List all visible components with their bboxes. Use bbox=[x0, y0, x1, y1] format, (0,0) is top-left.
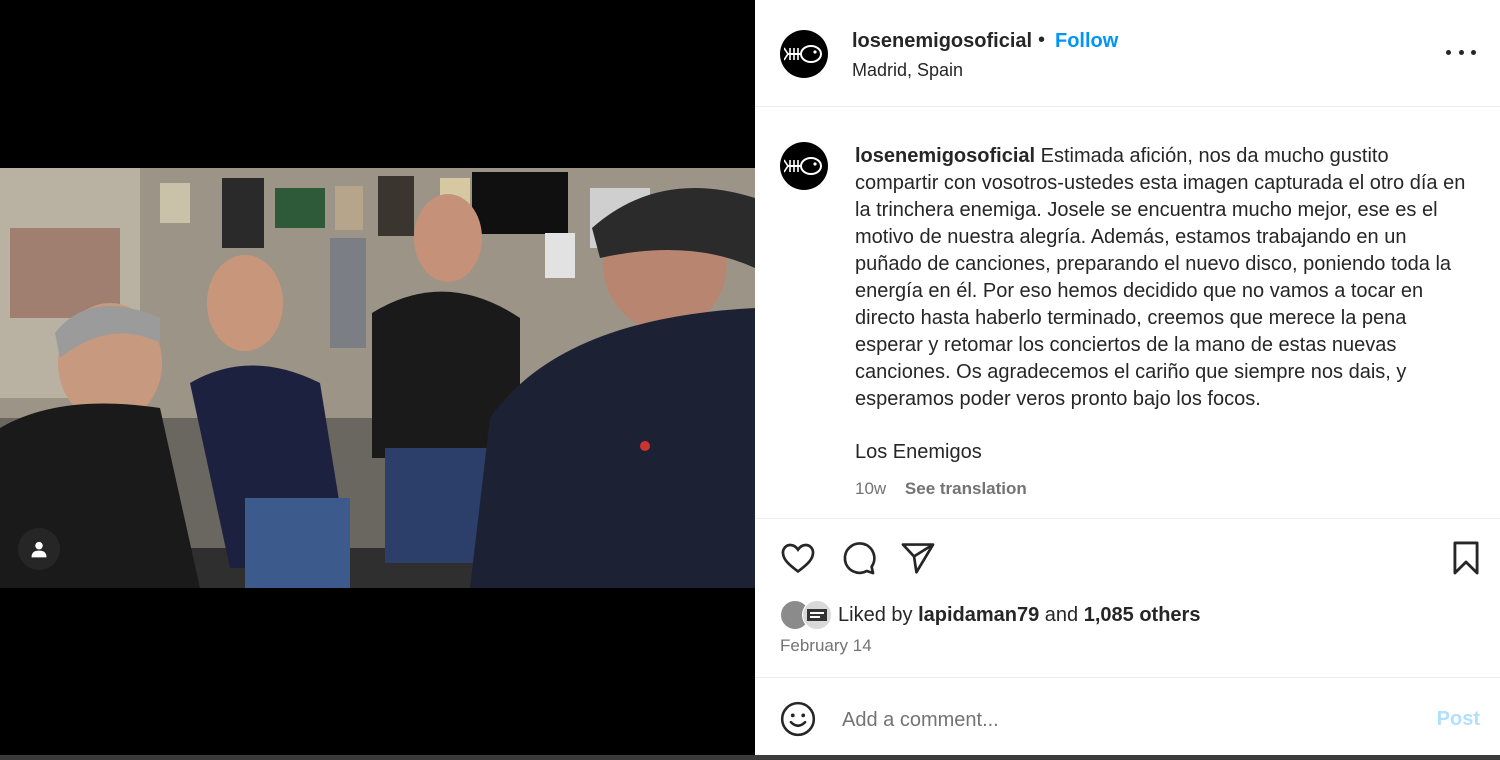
likes-count[interactable]: 1,085 others bbox=[1084, 604, 1201, 627]
likes-prefix: Liked by bbox=[838, 603, 913, 626]
band-logo-icon bbox=[807, 609, 827, 621]
post-date[interactable]: February 14 bbox=[780, 636, 872, 656]
action-bar bbox=[755, 519, 1500, 599]
post-age[interactable]: 10w bbox=[855, 479, 886, 498]
post-location[interactable]: Madrid, Spain bbox=[852, 60, 963, 81]
more-options-button[interactable] bbox=[1446, 42, 1476, 62]
post-header: losenemigosoficial • Follow Madrid, Spai… bbox=[755, 0, 1500, 107]
likes-joiner: and bbox=[1044, 603, 1079, 626]
like-button[interactable] bbox=[779, 539, 817, 577]
heart-icon bbox=[781, 543, 815, 574]
comment-bubble-icon bbox=[843, 542, 876, 575]
comment-button[interactable] bbox=[839, 539, 877, 577]
header-separator: • bbox=[1038, 29, 1046, 51]
fish-skeleton-logo-icon bbox=[784, 45, 822, 63]
likes-summary: Liked by lapidaman79 and 1,085 others bbox=[780, 600, 1200, 630]
comment-bar: Post bbox=[755, 677, 1500, 757]
caption-avatar[interactable] bbox=[780, 142, 828, 190]
more-options-icon bbox=[1458, 49, 1464, 55]
liker-avatars[interactable] bbox=[780, 600, 832, 630]
caption-area: losenemigosoficial Estimada afición, nos… bbox=[755, 107, 1500, 519]
comment-input[interactable] bbox=[840, 704, 1404, 736]
post-sidebar: losenemigosoficial • Follow Madrid, Spai… bbox=[755, 0, 1500, 756]
first-liker[interactable]: lapidaman79 bbox=[918, 604, 1039, 627]
photo-illustration bbox=[0, 168, 755, 588]
bookmark-icon bbox=[1453, 541, 1479, 575]
see-translation-button[interactable]: See translation bbox=[905, 479, 1027, 498]
smiley-icon bbox=[780, 701, 816, 737]
post-photo[interactable] bbox=[0, 168, 755, 588]
follow-button[interactable]: Follow bbox=[1055, 30, 1118, 53]
more-options-icon bbox=[1471, 49, 1476, 55]
post-comment-button[interactable]: Post bbox=[1437, 708, 1480, 731]
emoji-button[interactable] bbox=[779, 700, 817, 738]
fish-skeleton-logo-icon bbox=[784, 157, 822, 175]
media-pane bbox=[0, 0, 755, 760]
share-button[interactable] bbox=[899, 539, 937, 577]
header-username[interactable]: losenemigosoficial bbox=[852, 30, 1032, 53]
user-tag-icon bbox=[31, 541, 47, 558]
caption-meta: 10w See translation bbox=[855, 479, 1027, 499]
more-options-icon bbox=[1446, 49, 1451, 55]
caption-signature: Los Enemigos bbox=[855, 441, 982, 463]
paper-plane-icon bbox=[901, 543, 935, 574]
tag-people-button[interactable] bbox=[18, 528, 60, 570]
caption-body: Estimada afición, nos da mucho gustito c… bbox=[855, 145, 1466, 410]
save-button[interactable] bbox=[1447, 539, 1485, 577]
background-strip bbox=[0, 755, 1500, 760]
caption-text: losenemigosoficial Estimada afición, nos… bbox=[855, 143, 1475, 413]
caption-username[interactable]: losenemigosoficial bbox=[855, 145, 1035, 167]
profile-avatar[interactable] bbox=[780, 30, 828, 78]
liker-avatar bbox=[802, 600, 832, 630]
